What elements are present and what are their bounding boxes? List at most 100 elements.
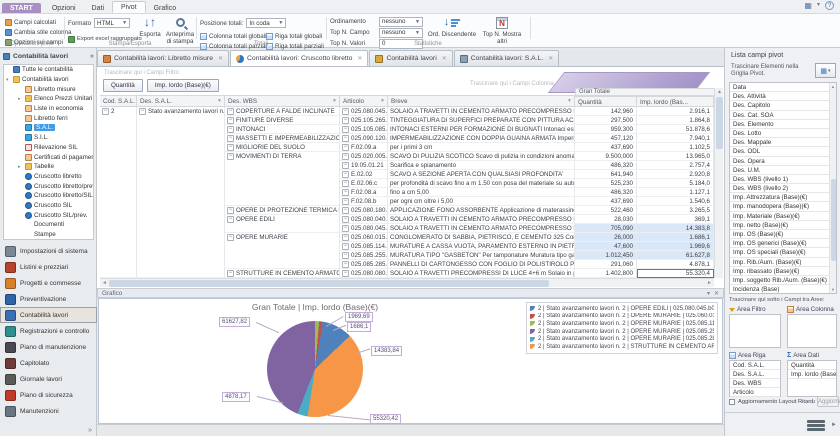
pivot-field-des-wbs-livello-2-[interactable]: Des. WBS (livello 2) xyxy=(730,184,830,194)
sidebar-item-liste-in-economia[interactable]: Liste in economia xyxy=(4,104,93,114)
column-header-des-wbs[interactable]: Des. WBS ▼ xyxy=(225,95,340,107)
module-item-listini-e-prezziari[interactable]: Listini e prezziari xyxy=(0,259,97,275)
wbs-cell[interactable] xyxy=(225,197,340,206)
module-item-piano-di-manutenzione[interactable]: Piano di manutenzione xyxy=(0,340,97,356)
sidebar-item-cruscotto-sil[interactable]: Cruscotto SIL xyxy=(4,201,93,211)
cod-cell[interactable] xyxy=(100,242,137,251)
close-icon[interactable]: ✕ xyxy=(218,55,223,62)
imp-lordo-cell[interactable]: 51.878,6 xyxy=(637,125,714,134)
collapse-icon[interactable]: − xyxy=(342,261,349,268)
collapse-icon[interactable]: − xyxy=(342,207,349,214)
value-column-header-imp-lordo[interactable]: Imp. lordo (Bas... xyxy=(637,96,714,107)
collapse-icon[interactable]: − xyxy=(227,270,234,277)
articolo-cell[interactable]: − F.02.08.a xyxy=(340,188,388,197)
imp-lordo-cell[interactable]: 14.383,8 xyxy=(637,224,714,233)
wbs-cell[interactable]: − MIGLIORIE DEL SUOLO xyxy=(225,143,340,152)
breve-cell[interactable]: Scarifica e spianamento xyxy=(388,161,575,170)
legend-item[interactable]: 2 | Stato avanzamento lavori n. 2 | OPER… xyxy=(530,313,714,321)
quantita-cell[interactable]: 457,120 xyxy=(575,134,637,143)
breve-cell[interactable]: TINTEGGIATURA DI SUPERFICI PREPARATE CON… xyxy=(388,116,575,125)
module-item-registrazioni-e-controllo[interactable]: Registrazioni e controllo xyxy=(0,323,97,339)
imp-lordo-cell[interactable]: 2.920,8 xyxy=(637,170,714,179)
pivot-field-des-wbs-livello-1-[interactable]: Des. WBS (livello 1) xyxy=(730,175,830,185)
module-item-impostazioni-di-sistema[interactable]: Impostazioni di sistema xyxy=(0,243,97,259)
collapse-icon[interactable]: − xyxy=(102,108,109,115)
module-item-piano-di-sicurezza[interactable]: Piano di sicurezza xyxy=(0,388,97,404)
expand-icon[interactable]: » xyxy=(88,427,92,434)
breve-cell[interactable]: MURATURE A CASSA VUOTA, PARAMENTO ESTERN… xyxy=(388,242,575,251)
ribbon-tab-pivot[interactable]: Pivot xyxy=(112,1,146,13)
des-cell[interactable] xyxy=(137,260,225,269)
quantita-cell[interactable]: 9.500,000 xyxy=(575,152,637,161)
breve-cell[interactable]: fino a cm 5,00 xyxy=(388,188,575,197)
cod-cell[interactable] xyxy=(100,170,137,179)
horizontal-scrollbar[interactable]: ◄ ► xyxy=(100,278,714,287)
articolo-cell[interactable]: − E.02.06.c xyxy=(340,179,388,188)
grid-icon[interactable]: ▦ xyxy=(804,1,812,10)
module-item-progetti-e-commesse[interactable]: Progetti e commesse xyxy=(0,275,97,291)
collapse-icon[interactable]: − xyxy=(342,180,349,187)
collapse-icon[interactable]: − xyxy=(342,117,349,124)
quantita-cell[interactable]: 522,460 xyxy=(575,206,637,215)
des-cell[interactable] xyxy=(137,224,225,233)
area-colonna-box[interactable] xyxy=(787,314,837,348)
articolo-cell[interactable]: − E.02.02 xyxy=(340,170,388,179)
imp-lordo-cell[interactable]: 5.184,0 xyxy=(637,179,714,188)
legend-item[interactable]: 2 | Stato avanzamento lavori n. 2 | OPER… xyxy=(530,328,714,336)
collapse-icon[interactable]: − xyxy=(342,153,349,160)
pivot-field-imp-os-generici-base-[interactable]: Imp. OS generici (Base)(€) xyxy=(730,239,830,249)
breve-cell[interactable]: PANNELLI DI CARTONGESSO CON FOGLIO DI PO… xyxy=(388,260,575,269)
imp-lordo-cell[interactable]: 7.940,1 xyxy=(637,134,714,143)
collapse-icon[interactable]: − xyxy=(342,189,349,196)
legend-item[interactable]: 2 | Stato avanzamento lavori n. 2 | STRU… xyxy=(530,343,714,351)
ribbon-tab-opzioni[interactable]: Opzioni xyxy=(44,3,84,13)
cod-cell[interactable] xyxy=(100,143,137,152)
area-dati-item[interactable]: Imp. lordo (Base)(€) xyxy=(788,370,836,379)
filter-icon[interactable]: ▼ xyxy=(567,98,572,106)
cod-cell[interactable] xyxy=(100,179,137,188)
list-view-icon[interactable] xyxy=(807,418,825,432)
imp-lordo-cell[interactable]: 1.102,5 xyxy=(637,143,714,152)
collapse-icon[interactable]: − xyxy=(227,126,234,133)
breve-cell[interactable]: CONGLOMERATO DI SABBIA, PIETRISCO, E CEM… xyxy=(388,233,575,242)
doc-tab-contabilit-lavori-libretto-misure[interactable]: Contabilità lavori: Libretto misure ✕ xyxy=(97,50,230,66)
module-item-contabilit-lavori[interactable]: Contabilità lavori xyxy=(0,307,97,324)
check-colonna-totali-globali[interactable]: Colonna totali globali xyxy=(200,31,268,41)
des-cell[interactable] xyxy=(137,125,225,134)
cod-cell[interactable] xyxy=(100,152,137,161)
quantita-cell[interactable]: 142,960 xyxy=(575,107,637,116)
breve-cell[interactable]: MURATURA TIPO "GASBETON" Per tamponature… xyxy=(388,251,575,260)
ribbon-tab-grafico[interactable]: Grafico xyxy=(146,3,185,13)
collapse-icon[interactable]: − xyxy=(227,135,234,142)
quantita-cell[interactable]: 297,500 xyxy=(575,116,637,125)
aggiorna-button[interactable]: Aggiorna xyxy=(817,396,840,407)
collapse-panel-icon[interactable]: « xyxy=(90,53,94,60)
articolo-cell[interactable]: −025.020.005.b00 xyxy=(340,152,388,161)
close-icon[interactable]: ✕ xyxy=(714,290,719,297)
sidebar-item-s-a-l-[interactable]: S.A.L. xyxy=(4,123,93,133)
collapse-icon[interactable]: − xyxy=(342,126,349,133)
des-cell[interactable] xyxy=(137,215,225,224)
close-icon[interactable]: ✕ xyxy=(357,55,362,62)
breve-cell[interactable]: per i primi 3 cm xyxy=(388,143,575,152)
collapse-icon[interactable]: − xyxy=(227,234,234,241)
articolo-cell[interactable]: −025.085.114.a00 xyxy=(340,242,388,251)
scrollbar-thumb[interactable] xyxy=(716,97,723,149)
wbs-cell[interactable]: − COPERTURE A FALDE INCLINATE xyxy=(225,107,340,116)
pivot-field-imp-os-speciali-base-[interactable]: Imp. OS speciali (Base)(€) xyxy=(730,248,830,258)
collapse-icon[interactable]: − xyxy=(342,216,349,223)
des-cell[interactable] xyxy=(137,251,225,260)
wbs-cell[interactable] xyxy=(225,179,340,188)
quantita-cell[interactable]: 437,690 xyxy=(575,197,637,206)
articolo-cell[interactable]: −025.105.085.a00 xyxy=(340,125,388,134)
quantita-cell[interactable]: 486,320 xyxy=(575,188,637,197)
sidebar-item-certificati-di-pagamento[interactable]: Certificati di pagamento xyxy=(4,152,93,162)
column-header-cod-s-a-l-[interactable]: Cod. S.A.L.▲▼ xyxy=(100,95,137,107)
collapse-icon[interactable]: − xyxy=(227,144,234,151)
data-field-quantita[interactable]: Quantità xyxy=(103,79,143,92)
pivot-field-des-mappale[interactable]: Des. Mappale xyxy=(730,138,830,148)
module-item-giornale-lavori[interactable]: Giornale lavori xyxy=(0,372,97,388)
doc-tab-contabilit-lavori-s-a-l-[interactable]: Contabilità lavori: S.A.L. ✕ xyxy=(453,50,560,66)
quantita-cell[interactable]: 26,000 xyxy=(575,233,637,242)
des-cell[interactable] xyxy=(137,188,225,197)
